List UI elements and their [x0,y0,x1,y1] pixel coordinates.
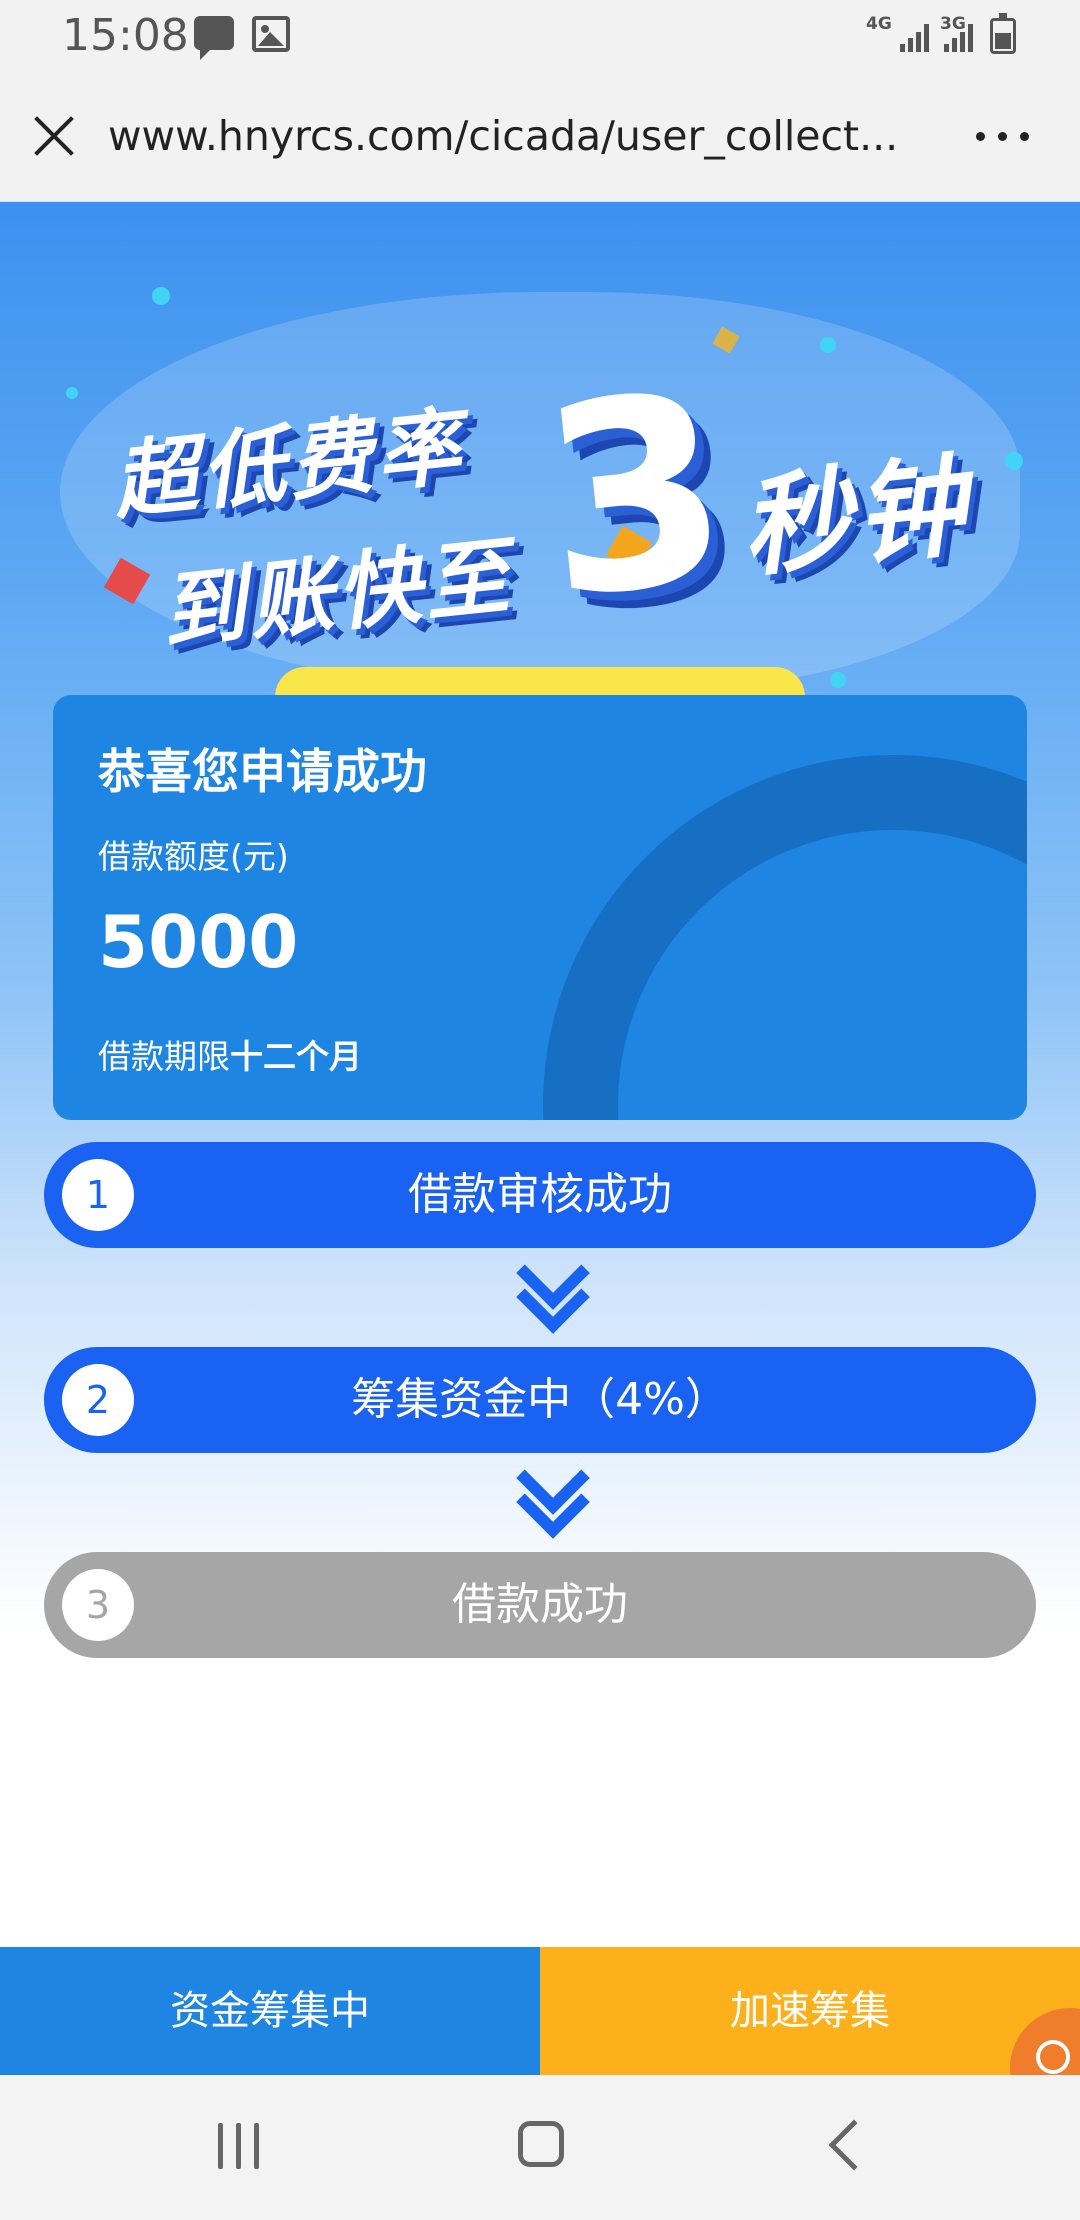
chevron-down-icon [516,1236,595,1337]
card-decoration [543,755,1027,1120]
step-loan-success: 3 借款成功 [44,1552,1036,1658]
card-title: 恭喜您申请成功 [98,745,427,800]
step-raising-funds: 2 筹集资金中（4%） [44,1347,1036,1453]
term-value: 十二个月 [230,1037,362,1076]
status-bar: 15:08 4G 3G [0,0,1080,72]
decor-dot [1005,452,1023,470]
decor-dot [830,672,846,688]
chevron-down-icon [516,1441,595,1542]
decor-dot [66,387,78,399]
browser-url-bar: www.hnyrcs.com/cicada/user_collect... [0,72,1080,202]
step-label: 借款成功 [452,1579,628,1630]
loan-term: 借款期限十二个月 [98,1030,362,1078]
signal-icon-2 [944,18,980,52]
system-nav-bar [0,2075,1080,2220]
url-text[interactable]: www.hnyrcs.com/cicada/user_collect... [108,112,928,160]
decor-dot [820,337,836,353]
banner-line-3: 秒钟 [734,441,976,593]
promo-banner: 超低费率 到账快至 3 秒钟 [0,202,1080,727]
image-icon [252,16,290,52]
amount-label: 借款额度(元) [98,837,289,876]
signal-icon [900,18,936,52]
nav-recent-icon[interactable] [218,2123,262,2169]
step-review-success: 1 借款审核成功 [44,1142,1036,1248]
message-icon [194,16,234,60]
status-time: 15:08 [62,10,189,61]
close-icon[interactable] [32,114,76,158]
battery-icon [990,13,1016,54]
network-4g-label: 4G [866,14,892,34]
nav-home-icon[interactable] [518,2121,564,2167]
nav-back-icon[interactable] [828,2119,880,2171]
step-label: 筹集资金中（4%） [351,1374,729,1425]
loan-summary-card: 恭喜您申请成功 借款额度(元) 5000 借款期限十二个月 [53,695,1027,1120]
term-prefix: 借款期限 [98,1037,230,1076]
loan-amount: 5000 [98,900,299,984]
page-content: 超低费率 到账快至 3 秒钟 恭喜您申请成功 借款额度(元) 5000 借款期限… [0,202,1080,1947]
decor-dot [152,287,170,305]
more-icon[interactable] [976,132,1032,144]
banner-big-number: 3 [529,337,742,657]
accelerate-raising-button[interactable]: 加速筹集 [540,1947,1080,2075]
funds-raising-button[interactable]: 资金筹集中 [0,1947,540,2075]
step-label: 借款审核成功 [408,1169,672,1220]
